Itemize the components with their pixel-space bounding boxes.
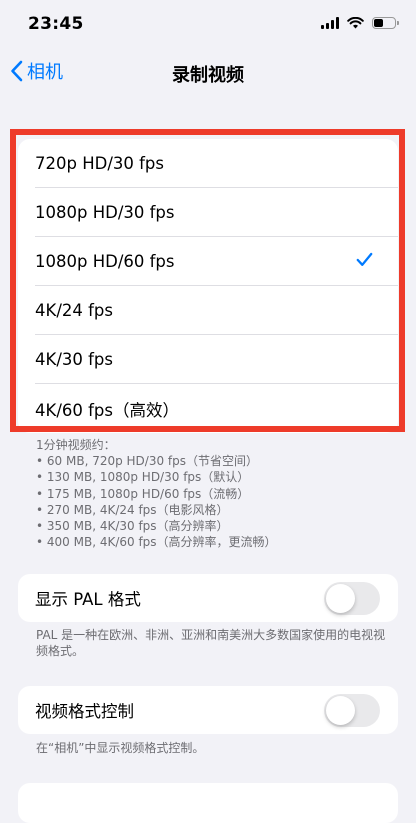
- battery-icon: [372, 17, 399, 29]
- option-label: 1080p HD/60 fps: [35, 252, 175, 271]
- pal-format-switch[interactable]: [324, 582, 380, 615]
- switch-knob: [326, 584, 355, 613]
- format-control-row: 视频格式控制: [18, 686, 398, 734]
- format-control-label: 视频格式控制: [35, 702, 134, 721]
- pal-description: PAL 是一种在欧洲、非洲、亚洲和南美洲大多数国家使用的电视视频格式。: [36, 628, 386, 659]
- option-720p-30[interactable]: 720p HD/30 fps: [18, 139, 398, 188]
- page-title: 录制视频: [172, 65, 244, 86]
- status-icons: [321, 17, 399, 29]
- option-1080p-30[interactable]: 1080p HD/30 fps: [18, 188, 398, 237]
- wifi-icon: [347, 17, 364, 29]
- checkmark-icon: [356, 252, 373, 266]
- video-options-list: 720p HD/30 fps 1080p HD/30 fps 1080p HD/…: [18, 139, 398, 433]
- size-line: • 400 MB, 4K/60 fps（高分辨率，更流畅）: [36, 535, 277, 550]
- nav-bar: 相机 录制视频: [0, 52, 416, 96]
- option-label: 4K/24 fps: [35, 301, 113, 320]
- option-label: 4K/60 fps（高效）: [35, 400, 179, 420]
- status-bar: 23:45: [0, 0, 416, 48]
- size-footnote: 1分钟视频约： • 60 MB, 720p HD/30 fps（节省空间） • …: [36, 437, 396, 550]
- option-label: 1080p HD/30 fps: [35, 203, 175, 222]
- size-line: • 60 MB, 720p HD/30 fps（节省空间）: [36, 454, 259, 469]
- size-line: • 130 MB, 1080p HD/30 fps（默认）: [36, 470, 250, 485]
- size-line: • 270 MB, 4K/24 fps（电影风格）: [36, 502, 229, 517]
- format-control-description: 在“相机”中显示视频格式控制。: [36, 741, 205, 755]
- size-line: • 350 MB, 4K/30 fps（高分辨率）: [36, 519, 229, 534]
- option-1080p-60[interactable]: 1080p HD/60 fps: [18, 237, 398, 286]
- status-time: 23:45: [28, 14, 84, 34]
- next-settings-card: [18, 783, 398, 823]
- pal-format-row: 显示 PAL 格式: [18, 574, 398, 622]
- option-4k-24[interactable]: 4K/24 fps: [18, 286, 398, 335]
- option-label: 4K/30 fps: [35, 350, 113, 369]
- size-heading: 1分钟视频约：: [36, 438, 116, 452]
- format-control-switch[interactable]: [324, 694, 380, 727]
- option-4k-30[interactable]: 4K/30 fps: [18, 335, 398, 384]
- option-4k-60[interactable]: 4K/60 fps（高效）: [18, 384, 398, 433]
- size-line: • 175 MB, 1080p HD/60 fps（流畅）: [36, 486, 250, 501]
- switch-knob: [326, 696, 355, 725]
- cellular-signal-icon: [321, 17, 339, 29]
- pal-format-label: 显示 PAL 格式: [35, 590, 141, 609]
- option-label: 720p HD/30 fps: [35, 154, 165, 173]
